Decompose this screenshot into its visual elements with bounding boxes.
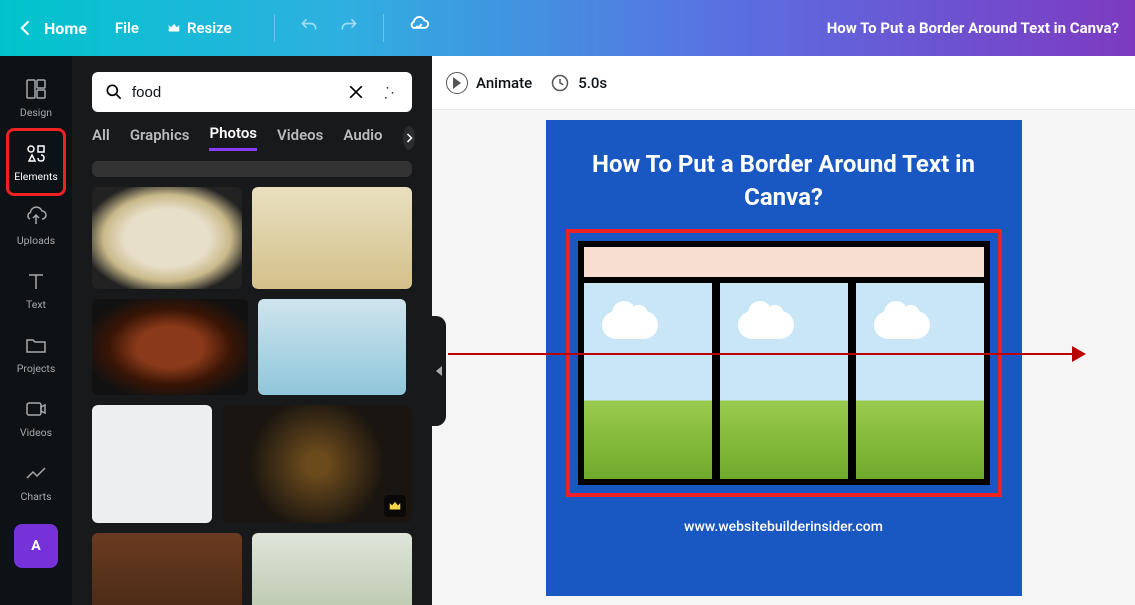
tab-videos[interactable]: Videos: [277, 126, 323, 150]
photo-thumb[interactable]: [92, 299, 248, 395]
elements-panel: All Graphics Photos Videos Audio: [72, 56, 432, 605]
slide-title: How To Put a Border Around Text in Canva…: [566, 148, 1002, 215]
nav-text[interactable]: Text: [8, 258, 64, 322]
comic-header-panel: [582, 245, 986, 279]
cloud-sync-icon[interactable]: [408, 15, 430, 41]
tabs-next-button[interactable]: [403, 126, 415, 150]
tab-audio[interactable]: Audio: [343, 126, 382, 150]
nav-design[interactable]: Design: [8, 66, 64, 130]
home-button[interactable]: Home: [44, 19, 87, 38]
photo-grid: [84, 161, 420, 605]
photo-thumb[interactable]: [92, 187, 242, 289]
highlight-frame: [566, 229, 1002, 497]
nav-uploads[interactable]: Uploads: [8, 194, 64, 258]
comic-panel: [582, 281, 714, 481]
clock-icon: [550, 73, 570, 93]
resize-menu[interactable]: Resize: [167, 19, 232, 37]
photo-thumb[interactable]: [222, 405, 412, 523]
photo-thumb[interactable]: [252, 533, 412, 605]
document-title[interactable]: How To Put a Border Around Text in Canva…: [827, 19, 1119, 37]
comic-panel: [718, 281, 850, 481]
animate-button[interactable]: Animate: [446, 72, 532, 94]
tab-all[interactable]: All: [92, 126, 110, 150]
duration-control[interactable]: 5.0s: [550, 73, 607, 93]
nav-projects[interactable]: Projects: [8, 322, 64, 386]
tab-photos[interactable]: Photos: [209, 124, 257, 151]
back-button[interactable]: [16, 18, 36, 38]
divider: [274, 14, 275, 42]
filter-button[interactable]: [380, 82, 400, 106]
nav-elements[interactable]: Elements: [8, 130, 64, 194]
animate-icon: [446, 72, 468, 94]
search-icon: [104, 82, 124, 106]
resize-label: Resize: [187, 19, 232, 37]
photo-thumb[interactable]: [92, 533, 242, 605]
premium-badge: [384, 495, 406, 517]
tab-graphics[interactable]: Graphics: [130, 126, 190, 150]
photo-thumb[interactable]: [252, 187, 412, 289]
crown-icon: [167, 21, 181, 35]
left-nav: Design Elements Uploads Text Projects Vi…: [0, 56, 72, 605]
top-bar: Home File Resize How To Put a Border Aro…: [0, 0, 1135, 56]
photo-thumb[interactable]: [92, 161, 412, 177]
nav-apps[interactable]: A: [14, 524, 58, 568]
comic-panel: [854, 281, 986, 481]
canvas-toolbar: Animate 5.0s: [432, 56, 1135, 110]
slide-url: www.websitebuilderinsider.com: [684, 519, 883, 535]
canvas-slide[interactable]: How To Put a Border Around Text in Canva…: [546, 120, 1022, 596]
annotation-arrow: [448, 353, 1084, 355]
nav-charts[interactable]: Charts: [8, 450, 64, 514]
comic-template[interactable]: [578, 241, 990, 485]
redo-button[interactable]: [339, 16, 359, 40]
divider: [383, 14, 384, 42]
elements-tabs: All Graphics Photos Videos Audio: [84, 124, 420, 161]
nav-videos[interactable]: Videos: [8, 386, 64, 450]
clear-search-button[interactable]: [346, 82, 366, 106]
canvas-area: Animate 5.0s How To Put a Border Around …: [432, 56, 1135, 605]
photo-thumb[interactable]: [92, 405, 212, 523]
undo-button[interactable]: [299, 16, 319, 40]
file-menu[interactable]: File: [115, 19, 139, 37]
photo-thumb[interactable]: [258, 299, 406, 395]
